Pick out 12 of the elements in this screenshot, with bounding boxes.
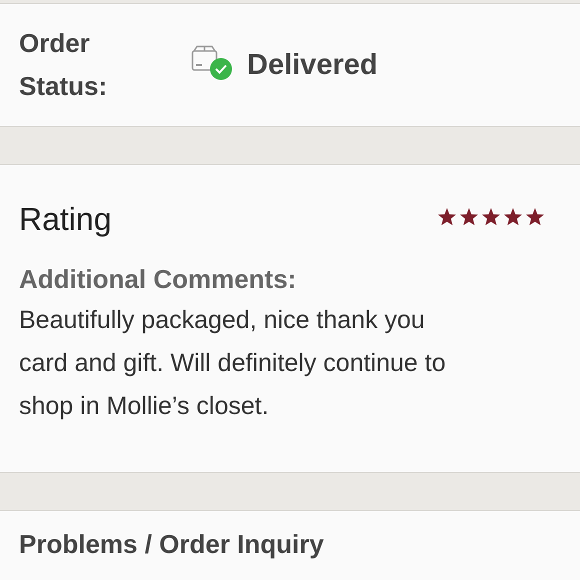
star-icon	[525, 206, 545, 226]
delivered-package-icon	[191, 45, 233, 81]
comments-label: Additional Comments:	[19, 264, 298, 295]
comments-text: Beautifully packaged, nice thank you card and gift. Will definitely continue to shop in Mollie’s closet.	[19, 305, 447, 422]
order-status-label: Order Status:	[19, 27, 108, 103]
rating-title: Rating	[19, 201, 112, 238]
problems-title: Problems / Order Inquiry	[19, 529, 325, 560]
star-icon	[481, 206, 501, 226]
order-status-value: Delivered	[247, 48, 378, 82]
star-icon	[437, 206, 457, 226]
star-icon	[459, 206, 479, 226]
star-icon	[503, 206, 523, 226]
